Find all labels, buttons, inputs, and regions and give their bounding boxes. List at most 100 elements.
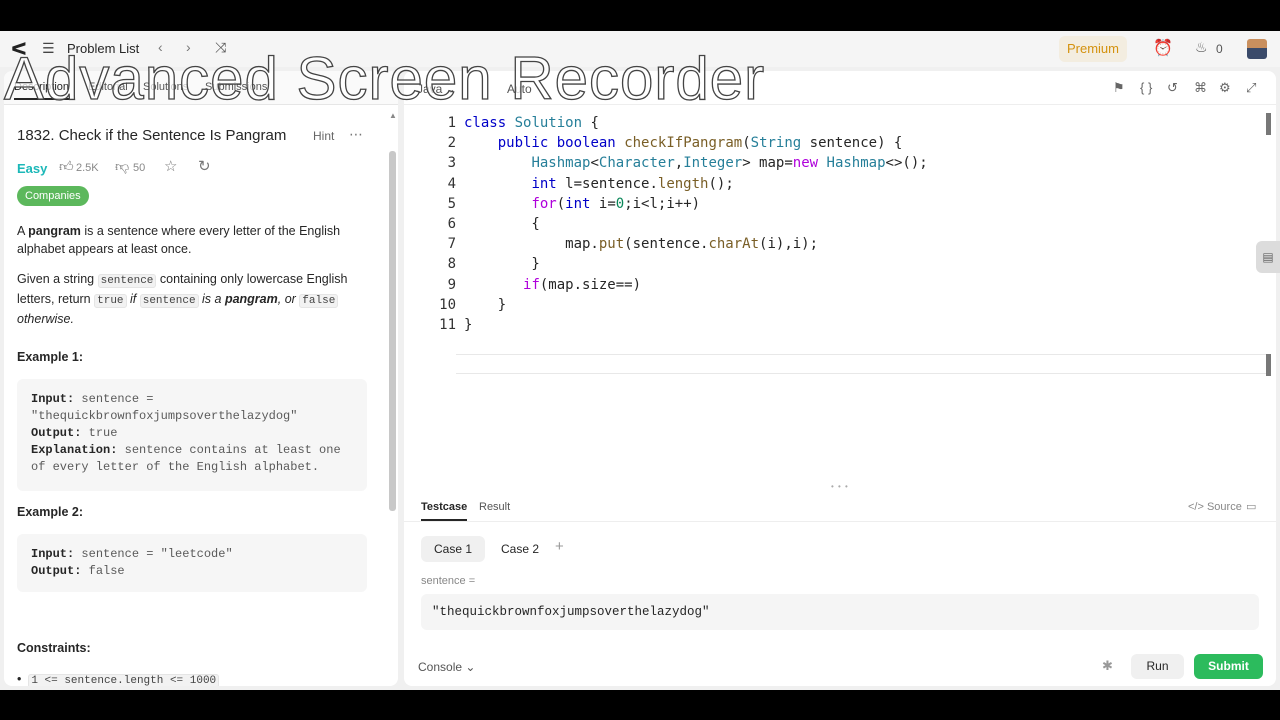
alarm-clock-icon[interactable]: ⏰	[1153, 38, 1173, 58]
companies-tag[interactable]: Companies	[17, 186, 89, 206]
share-icon[interactable]: ↻	[198, 157, 211, 175]
add-case-icon[interactable]: +	[555, 538, 564, 555]
dislike-count: 50	[133, 162, 146, 174]
source-toggle[interactable]: </> Source	[1188, 501, 1242, 513]
current-line-highlight	[456, 354, 1268, 374]
sentence-input[interactable]: "thequickbrownfoxjumpsoverthelazydog"	[421, 594, 1259, 630]
pangram-term: pangram	[28, 224, 81, 238]
pangram-term: pangram	[224, 292, 278, 306]
line-number-gutter: 1 2 3 4 5 6 7 8 9 10 11	[404, 113, 456, 335]
description-paragraph-1: A pangram is a sentence where every lett…	[17, 222, 373, 258]
code-line-8: }	[464, 256, 540, 273]
tab-editorial[interactable]: Editorial	[88, 81, 128, 93]
code-text-area[interactable]: class Solution { public boolean checkIfP…	[464, 113, 928, 335]
tab-solutions[interactable]: Solutions	[143, 81, 188, 93]
line-number: 2	[447, 135, 456, 152]
prev-problem-icon[interactable]: ‹	[158, 39, 163, 55]
debug-bug-icon[interactable]: ✱	[1102, 658, 1113, 674]
testcase-panel: Testcase Result </> Source ▭ Case 1 Case…	[404, 492, 1276, 686]
thumbs-down-icon[interactable]: 👎︎	[115, 158, 129, 175]
input-value: sentence = "leetcode"	[74, 547, 233, 561]
letterbox-bottom	[0, 690, 1280, 720]
input-label: Input:	[31, 547, 75, 561]
line-number: 11	[439, 317, 456, 334]
submit-button[interactable]: Submit	[1194, 654, 1263, 679]
premium-button[interactable]: Premium	[1059, 36, 1127, 62]
code-line-10: }	[464, 296, 507, 313]
source-label: Source	[1206, 501, 1242, 513]
text: if	[126, 292, 140, 306]
code-line-2: public boolean checkIfPangram(String sen…	[497, 135, 903, 152]
scroll-up-arrow-icon[interactable]: ▲	[389, 111, 397, 120]
case-1-button[interactable]: Case 1	[421, 536, 486, 562]
tab-description[interactable]: Description	[14, 81, 70, 100]
run-button[interactable]: Run	[1131, 654, 1184, 679]
thumbs-up-icon[interactable]: 👍︎	[59, 158, 74, 175]
code-line-9: if(map.size==)	[523, 276, 642, 293]
code-line-7: map.put(sentence.charAt(i),i);	[464, 236, 819, 253]
top-nav: ᐸ ☰ Problem List ‹ › ⤨ Premium ⏰ ♨ 0	[0, 31, 1280, 67]
hint-button[interactable]: Hint	[313, 129, 334, 143]
editor-scrollbar-top[interactable]	[1266, 113, 1271, 135]
code-line-1: class Solution {	[464, 115, 599, 131]
line-number: 10	[439, 296, 456, 313]
line-number: 1	[447, 115, 456, 131]
leetcode-app: ᐸ ☰ Problem List ‹ › ⤨ Premium ⏰ ♨ 0 Des…	[0, 31, 1280, 690]
problem-list-link[interactable]: Problem List	[67, 41, 139, 56]
example-1-box: Input: sentence = "thequickbrownfoxjumps…	[17, 379, 367, 491]
constraint-item: • 1 <= sentence.length <= 1000	[17, 670, 373, 686]
problem-title[interactable]: 1832. Check if the Sentence Is Pangram	[17, 127, 286, 144]
streak-fire-icon[interactable]: ♨	[1195, 39, 1208, 56]
inline-code: sentence	[97, 274, 157, 288]
leetcode-logo-icon[interactable]: ᐸ	[11, 39, 31, 59]
tab-submissions[interactable]: Submissions	[205, 81, 267, 93]
settings-gear-icon[interactable]: ⚙	[1219, 80, 1231, 96]
language-value: Java	[417, 82, 443, 96]
example-2-heading: Example 2:	[17, 505, 84, 519]
output-value: true	[81, 426, 118, 440]
code-brackets-icon: </>	[1188, 501, 1204, 513]
line-number: 3	[447, 155, 456, 172]
streak-count: 0	[1216, 42, 1223, 56]
bookmark-icon[interactable]: ⚑	[1113, 80, 1125, 96]
notes-side-tab-icon[interactable]: ▤	[1256, 241, 1280, 273]
example-1-heading: Example 1:	[17, 350, 84, 364]
like-count: 2.5K	[76, 162, 99, 174]
language-select[interactable]: Java ⌄	[417, 82, 456, 96]
description-panel: Description Editorial Solutions Submissi…	[4, 71, 398, 686]
reset-icon[interactable]: ↺	[1167, 80, 1178, 96]
list-icon[interactable]: ☰	[42, 40, 55, 57]
tab-testcase[interactable]: Testcase	[421, 501, 468, 521]
layout-icon[interactable]: ▭	[1246, 500, 1256, 513]
console-label: Console	[418, 660, 463, 674]
fullscreen-icon[interactable]: ⤢	[1246, 80, 1256, 96]
user-avatar[interactable]	[1247, 39, 1267, 59]
more-options-icon[interactable]: ⋯	[349, 126, 363, 143]
output-label: Output:	[31, 564, 82, 578]
constraint-code: 1 <= sentence.length <= 1000	[28, 674, 220, 686]
example-2-box: Input: sentence = "leetcode" Output: fal…	[17, 534, 367, 592]
explanation-label: Explanation:	[31, 443, 118, 457]
inline-code: true	[94, 294, 127, 308]
code-line-3: Hashmap<Character,Integer> map=new Hashm…	[531, 155, 928, 172]
text: is a	[198, 292, 225, 306]
line-number: 8	[447, 256, 456, 273]
next-problem-icon[interactable]: ›	[186, 39, 191, 55]
console-toggle[interactable]: Console ⌄	[418, 660, 475, 674]
star-icon[interactable]: ☆	[164, 157, 177, 175]
left-scrollbar[interactable]	[389, 151, 396, 511]
case-2-button[interactable]: Case 2	[488, 536, 552, 562]
tab-result[interactable]: Result	[479, 501, 510, 513]
input-label: Input:	[31, 392, 75, 406]
panel-resize-handle[interactable]: • • •	[831, 482, 849, 491]
code-line-11: }	[464, 317, 473, 334]
testcase-tabs: Testcase Result </> Source ▭	[404, 492, 1276, 522]
line-number: 4	[447, 175, 456, 192]
auto-mode-toggle[interactable]: Auto	[507, 82, 532, 96]
shortcut-icon[interactable]: ⌘	[1194, 80, 1207, 96]
difficulty-badge: Easy	[17, 161, 48, 176]
format-braces-icon[interactable]: { }	[1140, 80, 1152, 95]
variable-label: sentence =	[421, 575, 476, 587]
shuffle-icon[interactable]: ⤨	[215, 39, 226, 56]
bullet: •	[17, 672, 29, 686]
